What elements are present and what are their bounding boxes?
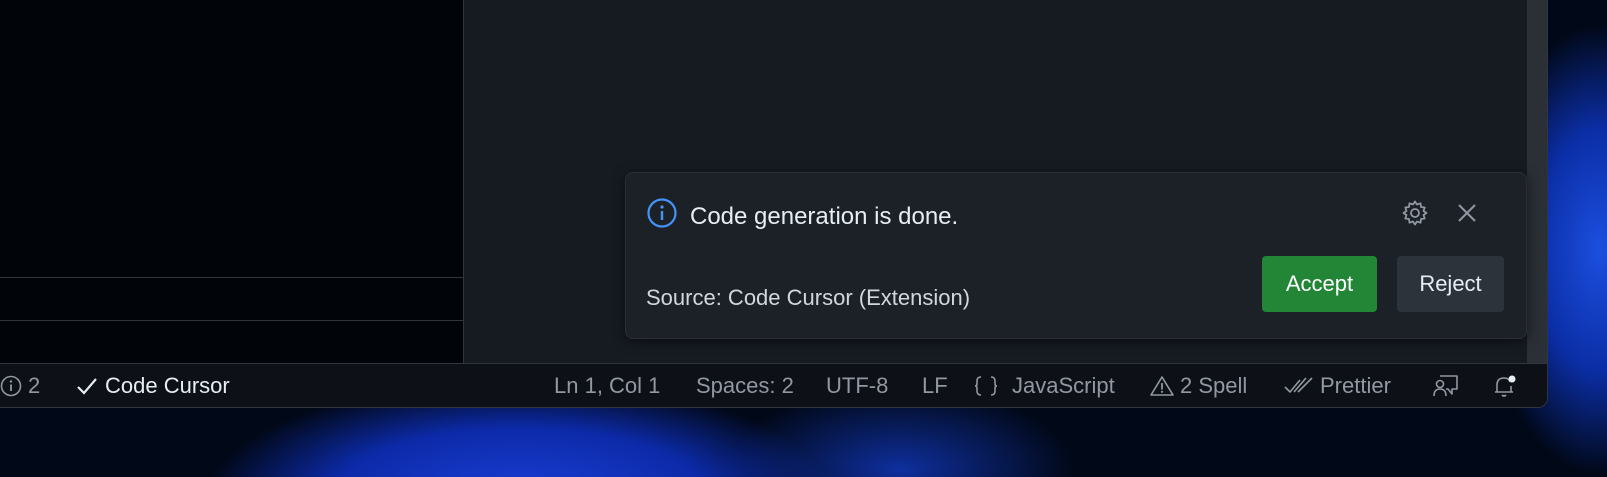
close-icon[interactable] — [1452, 198, 1482, 228]
braces-icon — [974, 375, 998, 397]
code-cursor-label: Code Cursor — [105, 373, 230, 398]
vertical-scrollbar[interactable] — [1527, 0, 1547, 363]
status-info-count[interactable]: 2 — [0, 364, 41, 407]
warning-icon — [1150, 375, 1174, 397]
status-indentation[interactable]: Spaces: 2 — [696, 364, 794, 407]
double-check-icon — [1284, 375, 1314, 397]
reject-button[interactable]: Reject — [1397, 256, 1504, 312]
formatter-label: Prettier — [1320, 373, 1391, 398]
panel-divider — [0, 320, 463, 321]
status-bar: 2 Code Cursor Ln 1, Col 1 Spaces: 2 UTF-… — [0, 363, 1547, 407]
info-icon — [0, 375, 22, 397]
info-icon — [646, 197, 678, 236]
check-icon — [75, 374, 99, 398]
line-ending-label: LF — [922, 373, 948, 398]
cursor-position-label: Ln 1, Col 1 — [554, 373, 661, 398]
side-panel — [0, 0, 464, 363]
accept-button[interactable]: Accept — [1262, 256, 1377, 312]
status-spell[interactable]: 2 Spell — [1150, 364, 1248, 407]
status-encoding[interactable]: UTF-8 — [826, 364, 889, 407]
notification-message: Code generation is done. — [690, 202, 959, 230]
panel-divider — [0, 277, 463, 278]
status-language[interactable]: JavaScript — [974, 364, 1115, 407]
status-formatter[interactable]: Prettier — [1284, 364, 1391, 407]
notification-toast: Code generation is done. Source: Code Cu… — [625, 172, 1527, 339]
info-count-label: 2 — [28, 373, 41, 398]
spell-label: 2 Spell — [1180, 373, 1248, 398]
status-cursor-position[interactable]: Ln 1, Col 1 — [554, 364, 661, 407]
feedback-icon[interactable] — [1432, 364, 1460, 407]
encoding-label: UTF-8 — [826, 373, 889, 398]
editor-window: Code generation is done. Source: Code Cu… — [0, 0, 1548, 408]
notifications-bell-icon[interactable] — [1492, 364, 1518, 407]
gear-icon[interactable] — [1400, 198, 1430, 228]
notification-source: Source: Code Cursor (Extension) — [646, 285, 971, 310]
indentation-label: Spaces: 2 — [696, 373, 794, 398]
status-code-cursor[interactable]: Code Cursor — [75, 364, 230, 407]
status-line-ending[interactable]: LF — [922, 364, 948, 407]
language-label: JavaScript — [1012, 373, 1115, 398]
notification-message-row: Code generation is done. — [646, 197, 958, 236]
